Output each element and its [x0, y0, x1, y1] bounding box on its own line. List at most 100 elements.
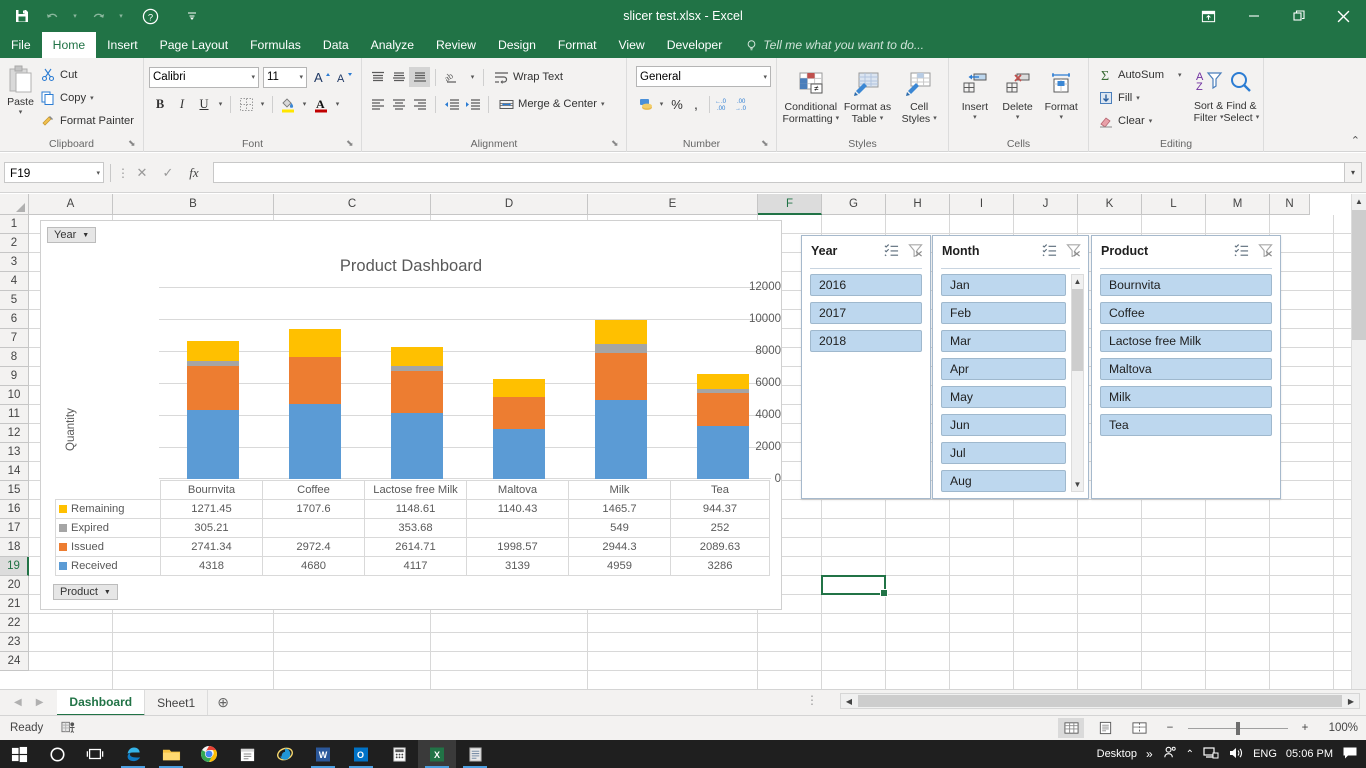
row-header-20[interactable]: 20: [0, 576, 29, 595]
action-center-icon[interactable]: [1342, 746, 1358, 763]
multi-select-icon[interactable]: [884, 243, 899, 262]
people-icon[interactable]: [1162, 745, 1177, 763]
fill-button[interactable]: Fill ▾: [1094, 87, 1186, 109]
format-painter-button[interactable]: Format Painter: [36, 110, 138, 132]
scroll-down-arrow-icon[interactable]: ▼: [1072, 478, 1083, 491]
row-header-1[interactable]: 1: [0, 215, 29, 234]
format-as-table-button[interactable]: Format as Table ▾: [840, 65, 896, 125]
fill-dropdown-icon[interactable]: ▾: [1136, 94, 1140, 102]
number-dialog-launcher[interactable]: ⬊: [761, 138, 772, 149]
align-left-button[interactable]: [367, 94, 388, 114]
align-middle-button[interactable]: [388, 67, 409, 87]
column-header-n[interactable]: N: [1270, 194, 1310, 215]
tab-home[interactable]: Home: [41, 32, 97, 58]
undo-icon[interactable]: [38, 3, 66, 29]
formula-input[interactable]: [213, 162, 1344, 183]
slicer-item-aug[interactable]: Aug: [941, 470, 1066, 492]
zoom-slider[interactable]: [1188, 720, 1288, 736]
orientation-dropdown-icon[interactable]: ▾: [467, 66, 478, 88]
previous-sheet-icon[interactable]: ◀: [14, 697, 22, 708]
underline-dropdown-icon[interactable]: ▾: [215, 93, 226, 115]
column-header-e[interactable]: E: [588, 194, 758, 215]
slicer-year[interactable]: Year 2016 2017 2018: [801, 235, 931, 499]
paste-dropdown-icon[interactable]: ▾: [19, 109, 23, 117]
increase-indent-button[interactable]: [462, 94, 483, 114]
row-header-14[interactable]: 14: [0, 462, 29, 481]
tab-file[interactable]: File: [0, 32, 42, 58]
row-header-23[interactable]: 23: [0, 633, 29, 652]
scroll-up-arrow-icon[interactable]: ▲: [1072, 275, 1083, 288]
clear-filter-icon[interactable]: [908, 243, 923, 262]
tab-developer[interactable]: Developer: [656, 32, 734, 58]
row-header-11[interactable]: 11: [0, 405, 29, 424]
zoom-out-button[interactable]: −: [1160, 722, 1180, 734]
chrome-icon[interactable]: [190, 740, 228, 768]
word-icon[interactable]: W: [304, 740, 342, 768]
tab-view[interactable]: View: [608, 32, 656, 58]
column-header-i[interactable]: I: [950, 194, 1014, 215]
cancel-icon[interactable]: ✕: [129, 162, 155, 184]
align-right-button[interactable]: [409, 94, 430, 114]
copy-button[interactable]: Copy ▾: [36, 87, 138, 109]
wrap-text-button[interactable]: Wrap Text: [489, 66, 567, 88]
column-header-f[interactable]: F: [758, 194, 822, 215]
row-header-16[interactable]: 16: [0, 500, 29, 519]
help-icon[interactable]: ?: [136, 3, 164, 29]
slicer-item-jun[interactable]: Jun: [941, 414, 1066, 436]
italic-button[interactable]: I: [171, 93, 193, 115]
slicer-month-scrollbar[interactable]: ▲ ▼: [1071, 274, 1084, 492]
multi-select-icon[interactable]: [1042, 243, 1057, 262]
accounting-dropdown-icon[interactable]: ▾: [656, 93, 667, 115]
cut-button[interactable]: Cut: [36, 64, 138, 86]
decrease-indent-button[interactable]: [441, 94, 462, 114]
row-header-22[interactable]: 22: [0, 614, 29, 633]
tab-data[interactable]: Data: [312, 32, 360, 58]
row-header-24[interactable]: 24: [0, 652, 29, 671]
insert-cells-button[interactable]: Insert ▾: [954, 65, 996, 121]
font-size-dropdown-icon[interactable]: ▾: [299, 73, 303, 81]
align-bottom-button[interactable]: [409, 67, 430, 87]
scroll-right-arrow-icon[interactable]: ▶: [1343, 694, 1359, 708]
zoom-in-button[interactable]: +: [1296, 722, 1314, 734]
column-header-k[interactable]: K: [1078, 194, 1142, 215]
tab-analyze[interactable]: Analyze: [360, 32, 425, 58]
scrollbar-thumb[interactable]: [1072, 289, 1083, 371]
increase-font-size-button[interactable]: A: [311, 66, 333, 88]
slicer-month[interactable]: Month Jan Feb Mar Apr May Jun Jul Aug ▲ …: [932, 235, 1089, 499]
zoom-slider-thumb[interactable]: [1236, 721, 1240, 735]
vertical-scrollbar[interactable]: ▲: [1351, 194, 1366, 689]
row-header-21[interactable]: 21: [0, 595, 29, 614]
undo-dropdown-icon[interactable]: ▾: [68, 3, 82, 29]
borders-dropdown-icon[interactable]: ▾: [257, 93, 268, 115]
merge-center-button[interactable]: Merge & Center ▾: [494, 93, 608, 115]
calculator-icon[interactable]: [380, 740, 418, 768]
conditional-formatting-button[interactable]: ≠ Conditional Formatting ▾: [782, 65, 840, 125]
underline-button[interactable]: U: [193, 93, 215, 115]
merge-dropdown-icon[interactable]: ▾: [601, 100, 605, 108]
cell-styles-button[interactable]: Cell Styles ▾: [895, 65, 943, 125]
fx-icon[interactable]: fx: [181, 162, 207, 184]
font-dialog-launcher[interactable]: ⬊: [346, 138, 357, 149]
row-header-15[interactable]: 15: [0, 481, 29, 500]
slicer-item-apr[interactable]: Apr: [941, 358, 1066, 380]
minimize-icon[interactable]: [1231, 0, 1276, 32]
row-header-10[interactable]: 10: [0, 386, 29, 405]
desktop-peek-label[interactable]: Desktop: [1097, 748, 1137, 760]
tab-insert[interactable]: Insert: [96, 32, 148, 58]
zoom-level[interactable]: 100%: [1322, 722, 1358, 734]
copy-dropdown-icon[interactable]: ▾: [90, 94, 94, 102]
edge-icon[interactable]: [114, 740, 152, 768]
scroll-up-arrow-icon[interactable]: ▲: [1352, 194, 1366, 209]
restore-icon[interactable]: [1276, 0, 1321, 32]
clear-filter-icon[interactable]: [1066, 243, 1081, 262]
tab-formulas[interactable]: Formulas: [239, 32, 312, 58]
tell-me-box[interactable]: Tell me what you want to do...: [745, 32, 924, 58]
paste-button[interactable]: Paste ▾: [5, 61, 36, 116]
font-color-button[interactable]: A: [310, 93, 332, 115]
slicer-item-jul[interactable]: Jul: [941, 442, 1066, 464]
column-header-l[interactable]: L: [1142, 194, 1206, 215]
font-size-input[interactable]: 11 ▾: [263, 66, 307, 88]
accessibility-checker-icon[interactable]: [61, 720, 76, 737]
horizontal-scrollbar-thumb[interactable]: [858, 695, 1342, 707]
select-all-corner[interactable]: [0, 194, 29, 215]
